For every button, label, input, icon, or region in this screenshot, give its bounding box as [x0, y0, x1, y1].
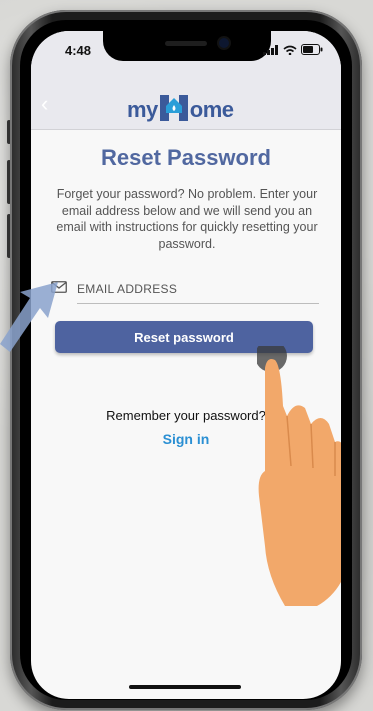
logo-prefix: my: [127, 97, 158, 122]
pointing-arrow-icon: [0, 282, 58, 352]
status-icons: [263, 44, 323, 55]
app-header: 4:48 ‹ my ome: [31, 31, 341, 130]
camera: [219, 38, 229, 48]
house-h-logo-icon: [159, 95, 188, 121]
speaker: [165, 41, 207, 46]
status-time: 4:48: [65, 43, 92, 58]
wifi-icon: [283, 45, 297, 55]
signal-icon: [263, 44, 278, 55]
page-description: Forget your password? No problem. Enter …: [56, 187, 318, 251]
battery-icon: [301, 44, 323, 55]
myhome-logo: my ome: [127, 87, 234, 123]
pointing-hand-icon: [257, 346, 341, 606]
notch: [103, 31, 271, 61]
phone-frame: 4:48 ‹ my ome Reset Password Forget your…: [10, 10, 362, 710]
home-indicator[interactable]: [129, 685, 241, 689]
logo-suffix: ome: [189, 97, 234, 122]
phone-screen: 4:48 ‹ my ome Reset Password Forget your…: [31, 31, 341, 699]
email-field[interactable]: [77, 275, 319, 304]
page-title: Reset Password: [101, 145, 271, 170]
chevron-left-icon[interactable]: ‹: [41, 93, 48, 115]
